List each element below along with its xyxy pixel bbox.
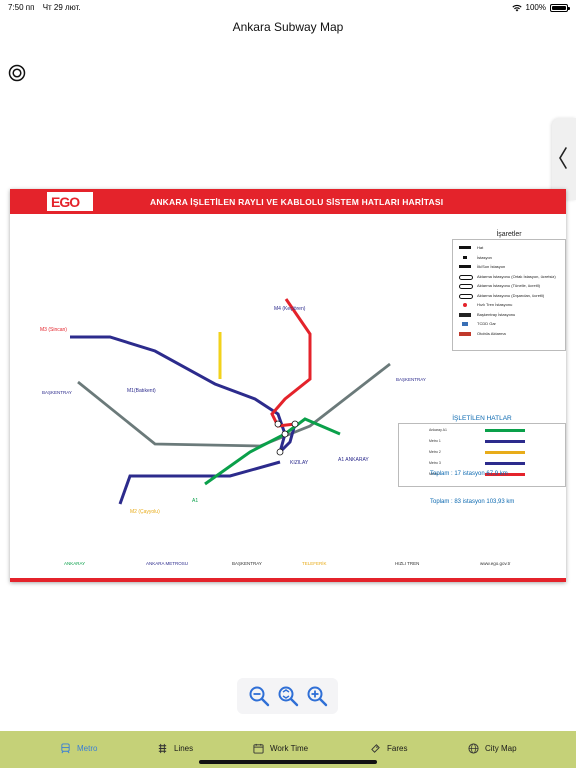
ticket-icon <box>371 743 380 753</box>
wifi-icon <box>511 4 522 11</box>
legend-row: Aktarma İstasyonu (Tünelle, ücretli) <box>453 281 565 291</box>
zoom-in-icon[interactable] <box>306 685 328 707</box>
lines-icon <box>158 743 167 753</box>
legend-row: İstasyon <box>453 253 565 263</box>
line-row: Metro 3 <box>429 459 559 468</box>
tab-lines[interactable]: Lines <box>157 740 193 756</box>
page-title: Ankara Subway Map <box>232 20 344 34</box>
label-ankaray: A1 ANKARAY <box>338 457 369 463</box>
tab-metro[interactable]: Metro <box>60 740 97 756</box>
legend-box: İşaretler Hat İstasyon İlk/Son İstasyon … <box>452 231 566 351</box>
station-marker <box>281 430 289 438</box>
side-drawer-handle[interactable] <box>552 118 576 200</box>
label-a1: A1 <box>192 498 198 504</box>
battery-percent: 100% <box>525 3 546 12</box>
station-marker <box>274 420 282 428</box>
status-date: Чт 29 лют. <box>42 3 81 12</box>
train-icon <box>61 742 70 753</box>
m1-m3-line <box>70 335 287 453</box>
map-header-title: ANKARA İŞLETİLEN RAYLI VE KABLOLU SİSTEM… <box>150 197 444 207</box>
station-marker <box>291 420 299 428</box>
totals-1: Toplam : 17 istasyon 67,9 km <box>430 471 508 477</box>
legend-row: Otobüs Aktarma <box>453 329 565 339</box>
home-indicator[interactable] <box>199 760 377 764</box>
legend-row: Hızlı Tren İstasyonu <box>453 300 565 310</box>
station-marker <box>276 448 284 456</box>
line-row: Metro 1 <box>429 437 559 446</box>
legend-row: Başkentray İstasyonu <box>453 310 565 320</box>
label-m2: M2 (Çayyolu) <box>130 509 160 515</box>
tab-city-map[interactable]: City Map <box>468 740 517 756</box>
label-m1: M1(Batıkent) <box>127 388 156 394</box>
label-baskentray-e: BAŞKENTRAY <box>396 377 426 382</box>
legend-row: Aktarma İstasyonu (Dışarıdan, ücretli) <box>453 291 565 301</box>
label-m3: M3 (Sincan) <box>40 327 67 333</box>
m4-line <box>270 298 312 428</box>
operated-lines-box: İŞLETİLEN HATLAR Ankaray A1 Metro 1 Metr… <box>398 415 566 487</box>
legend-row: İlk/Son İstasyon <box>453 262 565 272</box>
baskentray-line <box>77 362 391 448</box>
line-row: Metro 2 <box>429 448 559 457</box>
legend-row: Hat <box>453 243 565 253</box>
calendar-icon <box>253 743 264 754</box>
status-time: 7:50 пп <box>8 3 35 12</box>
globe-icon <box>468 742 479 754</box>
legend-row: TCDD Gar <box>453 319 565 329</box>
subway-map[interactable]: EGO ANKARA İŞLETİLEN RAYLI VE KABLOLU Sİ… <box>10 189 566 582</box>
tab-bar: Metro Lines Work Time Fares City Map <box>0 731 576 768</box>
locate-icon[interactable] <box>8 64 26 82</box>
m2-line <box>118 460 281 505</box>
zoom-reset-icon[interactable] <box>277 685 299 707</box>
battery-icon <box>550 3 570 12</box>
ankaray-line <box>204 417 341 486</box>
zoom-out-icon[interactable] <box>248 685 270 707</box>
zoom-controls <box>237 678 338 714</box>
ego-logo: EGO <box>46 191 94 212</box>
label-baskentray-w: BAŞKENTRAY <box>42 390 72 395</box>
label-m4: M4 (Keçiören) <box>274 306 306 312</box>
chevron-left-icon <box>559 147 567 169</box>
line-row: Ankaray A1 <box>429 426 559 435</box>
map-header: EGO ANKARA İŞLETİLEN RAYLI VE KABLOLU Sİ… <box>10 189 566 214</box>
totals-2: Toplam : 83 istasyon 103,93 km <box>430 499 515 505</box>
label-kizilay: KIZILAY <box>290 460 309 466</box>
tab-work-time[interactable]: Work Time <box>253 740 308 756</box>
tab-fares[interactable]: Fares <box>370 740 407 756</box>
status-bar: 7:50 пп Чт 29 лют. 100% <box>0 0 576 16</box>
legend-row: Aktarma İstasyonu (Ortak İstasyon, ücret… <box>453 272 565 282</box>
map-footer-line <box>10 578 566 582</box>
bottom-legend: ANKARAY ANKARA METROSU BAŞKENTRAY TELEFE… <box>64 561 511 566</box>
